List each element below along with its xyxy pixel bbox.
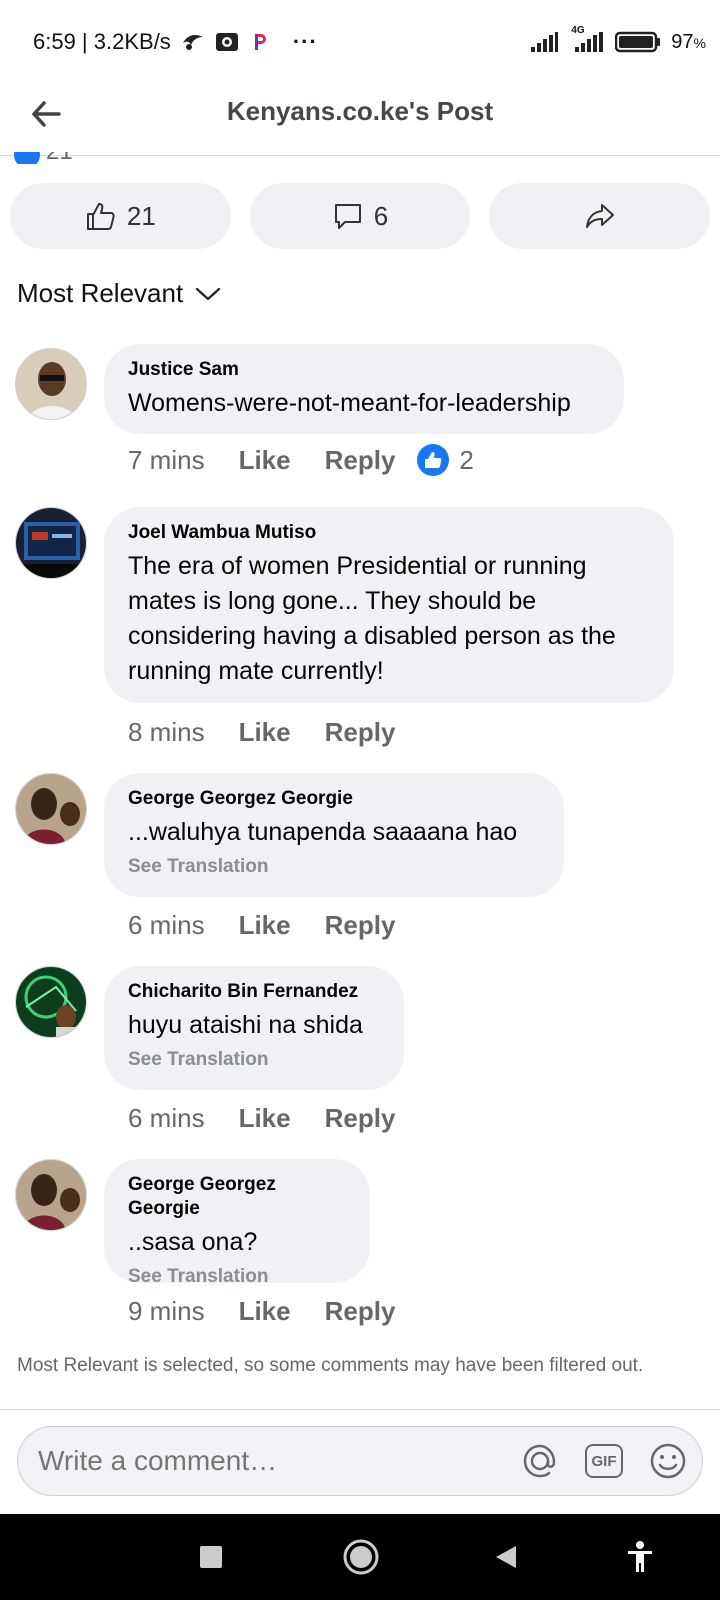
divider bbox=[0, 1409, 720, 1410]
status-time-speed: 6:59 | 3.2KB/s bbox=[33, 29, 171, 54]
gif-label: GIF bbox=[591, 1452, 617, 1470]
comment-bubble[interactable]: Joel Wambua Mutiso The era of women Pres… bbox=[104, 507, 674, 703]
comment-reply-button[interactable]: Reply bbox=[325, 1296, 396, 1327]
comment-bubble[interactable]: George Georgez Georgie ...waluhya tunape… bbox=[104, 773, 564, 897]
battery-percent: 97% bbox=[671, 30, 706, 53]
square-icon bbox=[200, 1546, 222, 1568]
home-circle-icon bbox=[343, 1539, 379, 1575]
composer-icons: GIF bbox=[520, 1441, 688, 1481]
see-translation-link[interactable]: See Translation bbox=[128, 1266, 346, 1288]
comment-input[interactable] bbox=[38, 1445, 458, 1477]
status-bar: 6:59 | 3.2KB/s ··· 4G 97% bbox=[0, 0, 720, 84]
comment-text: The era of women Presidential or running… bbox=[128, 552, 616, 685]
see-translation-link[interactable]: See Translation bbox=[128, 1049, 380, 1071]
chevron-down-icon bbox=[196, 287, 221, 300]
comment-reply-button[interactable]: Reply bbox=[325, 717, 396, 748]
status-right: 4G 97% bbox=[529, 25, 706, 54]
comment-like-button[interactable]: Like bbox=[239, 1296, 291, 1327]
comment-icon bbox=[334, 204, 361, 229]
post-header: Kenyans.co.ke's Post bbox=[0, 84, 720, 156]
signal-icon bbox=[529, 31, 559, 53]
comment-text: Womens-were-not-meant-for-leadership bbox=[128, 389, 571, 417]
camera-app-icon bbox=[215, 31, 239, 53]
back-nav-button[interactable] bbox=[484, 1535, 528, 1579]
share-button[interactable] bbox=[489, 183, 711, 249]
comment-author[interactable]: George Georgez Georgie bbox=[128, 787, 540, 811]
comment-reply-button[interactable]: Reply bbox=[325, 445, 396, 476]
comment-time[interactable]: 6 mins bbox=[128, 910, 205, 941]
see-translation-link[interactable]: See Translation bbox=[128, 856, 540, 878]
post-actions: 21 6 bbox=[10, 183, 711, 249]
comment-text: ...waluhya tunapenda saaaana hao bbox=[128, 818, 518, 846]
comment-time[interactable]: 9 mins bbox=[128, 1296, 205, 1327]
reactions-summary-peek[interactable]: 21 bbox=[14, 152, 74, 164]
gif-button[interactable]: GIF bbox=[584, 1441, 624, 1481]
recent-apps-button[interactable] bbox=[189, 1535, 233, 1579]
comment-bubble[interactable]: George Georgez Georgie ..sasa ona? See T… bbox=[104, 1159, 370, 1287]
battery-icon bbox=[615, 31, 661, 53]
avatar[interactable] bbox=[15, 348, 87, 420]
comment-button[interactable]: 6 bbox=[249, 183, 471, 249]
comment-meta: 7 mins Like Reply 2 bbox=[128, 444, 474, 476]
comment-bubble[interactable]: Justice Sam Womens-were-not-meant-for-le… bbox=[104, 344, 624, 434]
network-type-label: 4G bbox=[571, 25, 585, 36]
at-icon bbox=[523, 1444, 556, 1478]
like-button[interactable]: 21 bbox=[10, 183, 231, 249]
comment-time[interactable]: 6 mins bbox=[128, 1103, 205, 1134]
share-icon bbox=[585, 204, 614, 228]
comment-like-button[interactable]: Like bbox=[239, 1103, 291, 1134]
avatar[interactable] bbox=[15, 966, 87, 1038]
gif-icon: GIF bbox=[585, 1444, 623, 1478]
wind-app-icon bbox=[181, 31, 205, 53]
comment-author[interactable]: Justice Sam bbox=[128, 358, 600, 382]
avatar[interactable] bbox=[15, 507, 87, 579]
comment-time[interactable]: 8 mins bbox=[128, 717, 205, 748]
mention-button[interactable] bbox=[520, 1441, 560, 1481]
p-app-icon bbox=[249, 31, 271, 53]
reactions-summary-count: 21 bbox=[46, 152, 73, 164]
avatar[interactable] bbox=[15, 773, 87, 845]
triangle-back-icon bbox=[496, 1546, 516, 1568]
comment-author[interactable]: Joel Wambua Mutiso bbox=[128, 521, 650, 545]
comment-author[interactable]: Chicharito Bin Fernandez bbox=[128, 980, 380, 1004]
comment-meta: 9 mins Like Reply bbox=[128, 1296, 395, 1327]
reaction-count: 2 bbox=[459, 444, 474, 475]
like-reaction-icon bbox=[417, 444, 450, 476]
comment-time[interactable]: 7 mins bbox=[128, 445, 205, 476]
comment-like-button[interactable]: Like bbox=[239, 717, 291, 748]
signal-4g-icon: 4G bbox=[569, 25, 605, 53]
comment-composer[interactable]: GIF bbox=[17, 1426, 703, 1496]
filter-note: Most Relevant is selected, so some comme… bbox=[17, 1355, 644, 1376]
comment-meta: 6 mins Like Reply bbox=[128, 910, 395, 941]
page-title: Kenyans.co.ke's Post bbox=[226, 96, 494, 126]
comment-count: 6 bbox=[373, 200, 389, 231]
like-count: 21 bbox=[126, 200, 156, 231]
comment-reactions[interactable]: 2 bbox=[417, 444, 474, 476]
comment-author[interactable]: George Georgez Georgie bbox=[128, 1173, 346, 1221]
avatar[interactable] bbox=[15, 1159, 87, 1231]
comment-text: huyu ataishi na shida bbox=[128, 1011, 363, 1039]
sort-dropdown[interactable]: Most Relevant bbox=[17, 278, 221, 309]
system-nav-bar bbox=[0, 1514, 720, 1600]
smiley-icon bbox=[650, 1443, 686, 1479]
comment-like-button[interactable]: Like bbox=[239, 910, 291, 941]
accessibility-button[interactable] bbox=[618, 1535, 662, 1579]
accessibility-icon bbox=[628, 1541, 652, 1572]
emoji-button[interactable] bbox=[648, 1441, 688, 1481]
comment-like-button[interactable]: Like bbox=[239, 445, 291, 476]
home-button[interactable] bbox=[339, 1535, 383, 1579]
comment-text: ..sasa ona? bbox=[128, 1228, 258, 1256]
more-notifications-icon: ··· bbox=[292, 29, 318, 54]
comment-meta: 8 mins Like Reply bbox=[128, 717, 395, 748]
comment-bubble[interactable]: Chicharito Bin Fernandez huyu ataishi na… bbox=[104, 966, 404, 1090]
sort-label: Most Relevant bbox=[17, 278, 184, 308]
status-left: 6:59 | 3.2KB/s ··· bbox=[33, 29, 318, 55]
comment-reply-button[interactable]: Reply bbox=[325, 1103, 396, 1134]
comment-meta: 6 mins Like Reply bbox=[128, 1103, 395, 1134]
thumbs-up-icon bbox=[86, 203, 115, 230]
comment-reply-button[interactable]: Reply bbox=[325, 910, 396, 941]
